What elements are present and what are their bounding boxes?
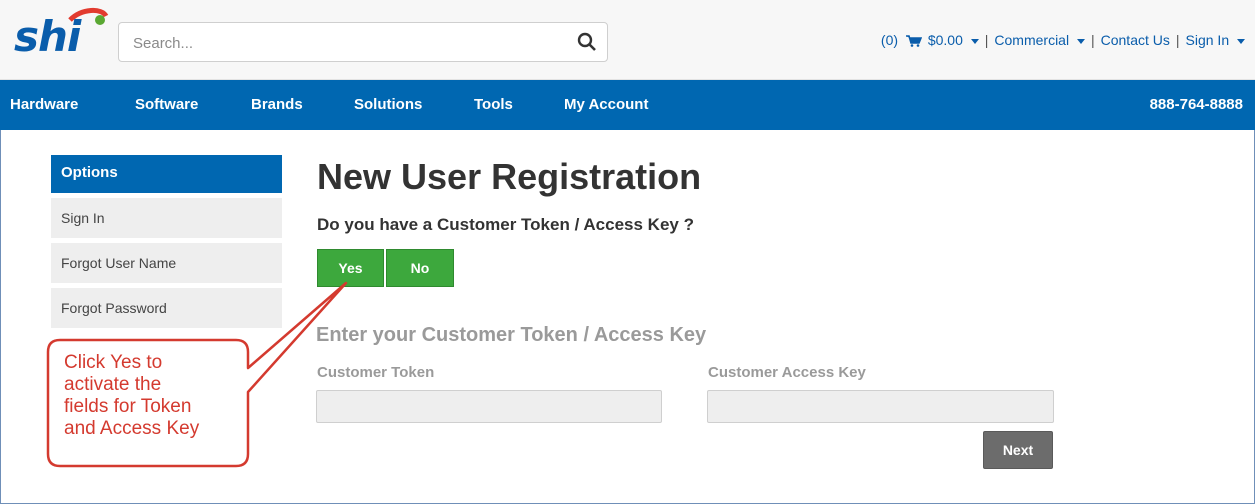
callout-line: activate the	[64, 374, 162, 395]
callout-line: Click Yes to	[64, 352, 163, 373]
callout-line: and Access Key	[64, 418, 200, 439]
callout-line: fields for Token	[64, 396, 192, 417]
callout-text: Click Yes to activate the fields for Tok…	[64, 352, 264, 440]
